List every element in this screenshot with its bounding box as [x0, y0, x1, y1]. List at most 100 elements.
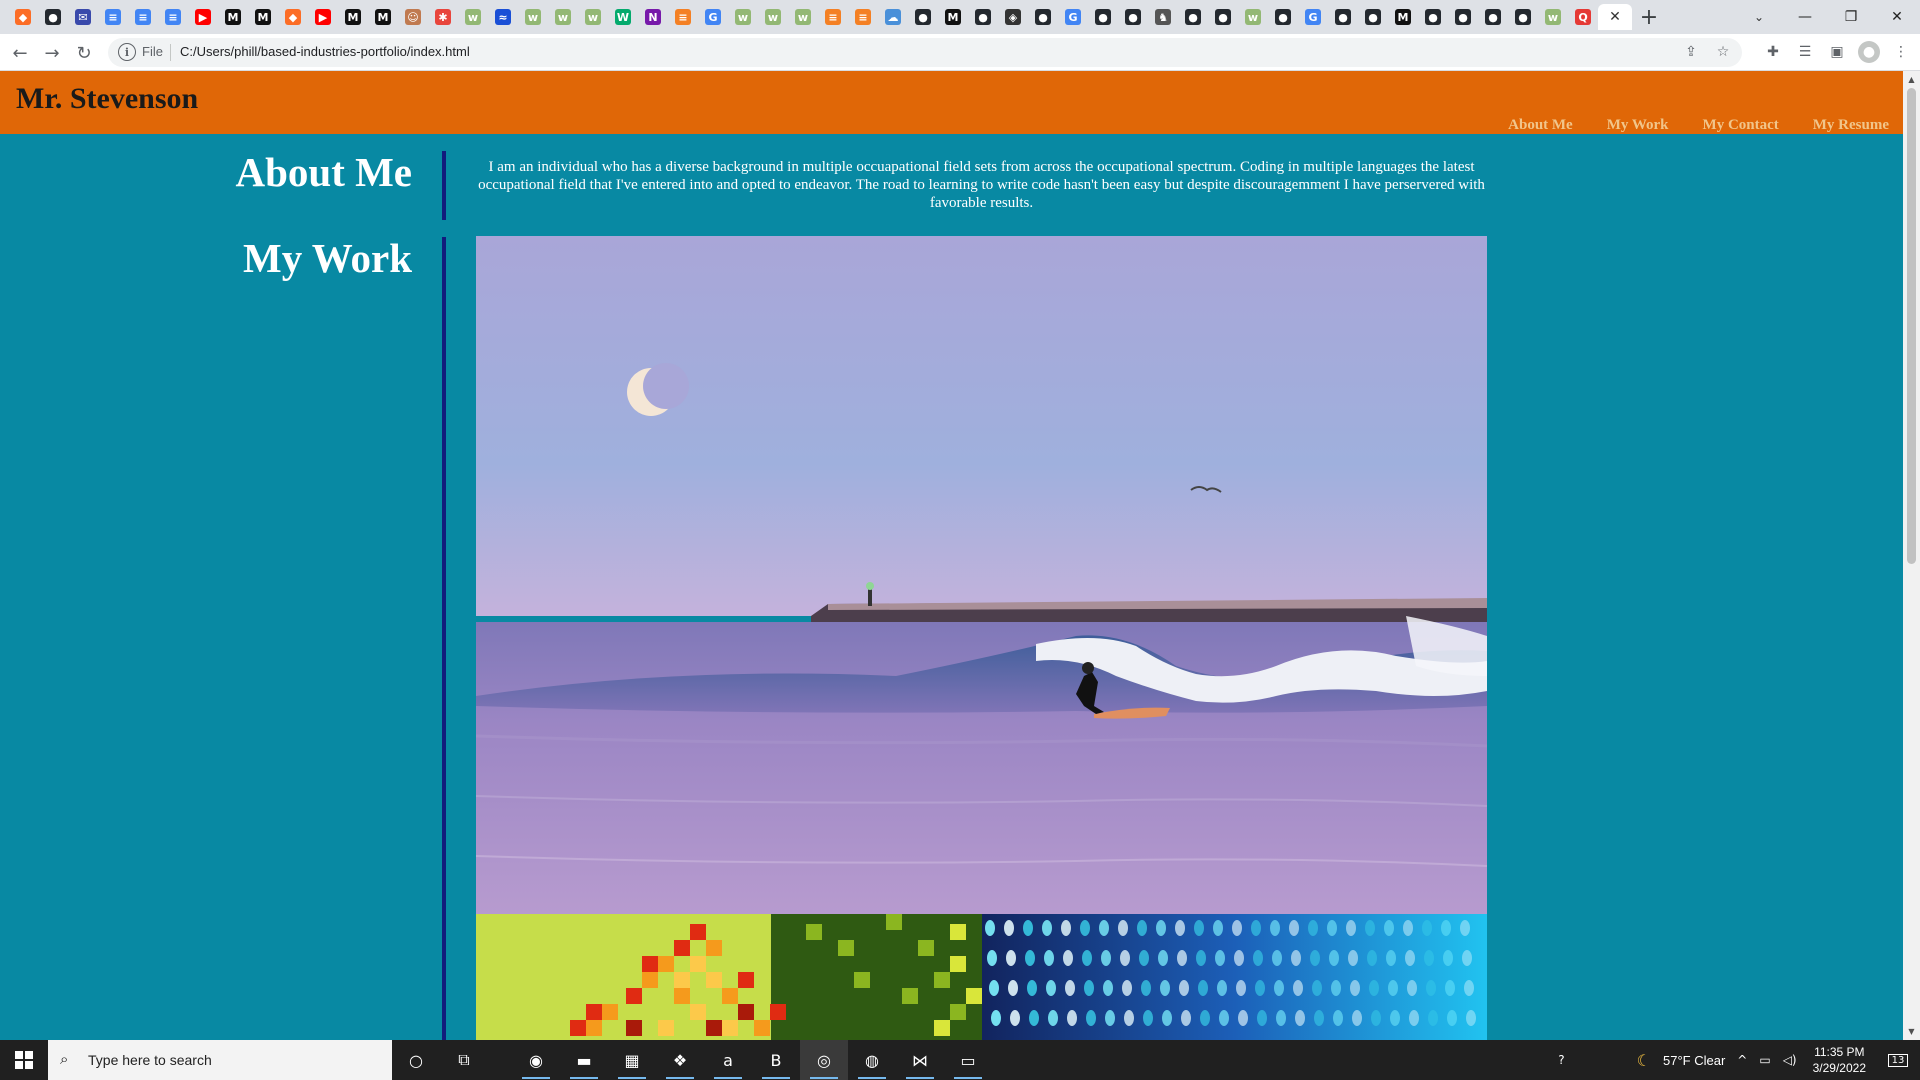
scroll-down-arrow-icon[interactable]: ▼ [1903, 1023, 1920, 1040]
browser-tab[interactable]: ☺ [398, 4, 428, 30]
browser-tab[interactable]: w [548, 4, 578, 30]
address-bar[interactable]: i File C:/Users/phill/based-industries-p… [108, 38, 1742, 67]
taskbar-search-box[interactable]: ⌕ Type here to search [48, 1040, 392, 1080]
back-button[interactable]: ← [8, 41, 32, 65]
notifications-icon[interactable]: 13 [1876, 1040, 1920, 1080]
browser-tab[interactable]: M [248, 4, 278, 30]
minimize-button[interactable]: — [1782, 0, 1828, 34]
browser-tab[interactable]: ≡ [848, 4, 878, 30]
browser-tab[interactable]: M [1388, 4, 1418, 30]
start-button[interactable] [0, 1040, 48, 1080]
browser-tab[interactable]: ● [1178, 4, 1208, 30]
amazon-icon[interactable]: a [704, 1040, 752, 1080]
browser-tab[interactable]: ● [1118, 4, 1148, 30]
scroll-thumb[interactable] [1907, 88, 1916, 564]
share-icon[interactable]: ⇪ [1680, 41, 1702, 63]
browser-tab[interactable]: ≡ [818, 4, 848, 30]
browser-tab[interactable]: ● [1448, 4, 1478, 30]
tray-chevron-icon[interactable]: ^ [1731, 1040, 1753, 1080]
browser-tab[interactable]: ● [1088, 4, 1118, 30]
browser-tab[interactable]: M [938, 4, 968, 30]
browser-tab[interactable]: Q [1568, 4, 1598, 30]
browser-tab[interactable]: w [578, 4, 608, 30]
site-info-icon[interactable]: i [118, 43, 136, 61]
browser-tab[interactable]: ≡ [158, 4, 188, 30]
browser-tab[interactable]: ◆ [278, 4, 308, 30]
volume-icon[interactable]: ◁) [1777, 1040, 1803, 1080]
nav-link-about-me[interactable]: About Me [1508, 117, 1573, 134]
vscode-icon[interactable]: ⋈ [896, 1040, 944, 1080]
browser-tab[interactable]: ≈ [488, 4, 518, 30]
browser-tab[interactable]: ≡ [128, 4, 158, 30]
browser-tab[interactable]: N [638, 4, 668, 30]
browser-tab[interactable]: G [698, 4, 728, 30]
battery-icon[interactable]: ▭ [1753, 1040, 1776, 1080]
browser-tab[interactable]: W [608, 4, 638, 30]
browser-tab[interactable]: ● [968, 4, 998, 30]
browser-tab[interactable]: M [338, 4, 368, 30]
pixel-art-project-thumbnail[interactable] [476, 914, 982, 1040]
globe-app-icon[interactable]: ◍ [848, 1040, 896, 1080]
browser-tab[interactable]: ▶ [188, 4, 218, 30]
browser-tab[interactable]: M [368, 4, 398, 30]
dropbox-icon[interactable]: ❖ [656, 1040, 704, 1080]
browser-tab[interactable]: ● [1328, 4, 1358, 30]
edge-icon[interactable]: ◉ [512, 1040, 560, 1080]
browser-tab[interactable]: ✱ [428, 4, 458, 30]
nav-link-my-work[interactable]: My Work [1607, 117, 1669, 134]
reading-list-icon[interactable]: ☰ [1794, 41, 1816, 63]
restore-button[interactable]: ❐ [1828, 0, 1874, 34]
task-view-icon[interactable]: ⧉ [440, 1040, 488, 1080]
terminal-icon[interactable]: ▭ [944, 1040, 992, 1080]
bookmark-star-icon[interactable]: ☆ [1712, 41, 1734, 63]
browser-tab[interactable]: ✉ [68, 4, 98, 30]
nav-link-my-contact[interactable]: My Contact [1703, 117, 1779, 134]
browser-tab[interactable]: ● [1478, 4, 1508, 30]
led-screen-project-thumbnail[interactable] [982, 914, 1487, 1040]
active-tab[interactable]: ✕ [1598, 4, 1632, 30]
browser-menu-icon[interactable]: ⋮ [1890, 41, 1912, 63]
browser-tab[interactable]: ● [1028, 4, 1058, 30]
browser-tab[interactable]: ● [1268, 4, 1298, 30]
browser-tab[interactable]: ● [1508, 4, 1538, 30]
nav-link-my-resume[interactable]: My Resume [1813, 117, 1889, 134]
browser-tab[interactable]: ≡ [668, 4, 698, 30]
browser-tab[interactable]: w [788, 4, 818, 30]
browser-tab[interactable]: ● [908, 4, 938, 30]
tab-search-button[interactable]: ⌄ [1748, 6, 1770, 28]
new-tab-button[interactable]: + [1632, 4, 1666, 30]
browser-tab[interactable]: w [458, 4, 488, 30]
close-tab-icon[interactable]: ✕ [1607, 9, 1623, 25]
close-window-button[interactable]: ✕ [1874, 0, 1920, 34]
scroll-up-arrow-icon[interactable]: ▲ [1903, 71, 1920, 88]
profile-avatar-icon[interactable]: ● [1858, 41, 1880, 63]
browser-tab[interactable]: G [1298, 4, 1328, 30]
help-icon[interactable]: ? [1552, 1040, 1570, 1080]
side-panel-icon[interactable]: ▣ [1826, 41, 1848, 63]
browser-tab[interactable]: ◈ [998, 4, 1028, 30]
browser-tab[interactable]: ● [38, 4, 68, 30]
chrome-icon[interactable]: ◎ [800, 1040, 848, 1080]
url-text[interactable]: C:/Users/phill/based-industries-portfoli… [180, 44, 470, 59]
browser-tab[interactable]: ▶ [308, 4, 338, 30]
browser-tab[interactable]: ● [1418, 4, 1448, 30]
browser-tab[interactable]: ☁ [878, 4, 908, 30]
browser-tab[interactable]: ♞ [1148, 4, 1178, 30]
taskbar-clock[interactable]: 11:35 PM 3/29/2022 [1803, 1044, 1876, 1076]
surfer-photo[interactable] [476, 236, 1487, 914]
browser-tab[interactable]: G [1058, 4, 1088, 30]
browser-tab[interactable]: w [758, 4, 788, 30]
browser-tab[interactable]: ◆ [8, 4, 38, 30]
weather-widget[interactable]: 57°F Clear [1657, 1040, 1731, 1080]
cortana-icon[interactable]: ○ [392, 1040, 440, 1080]
browser-tab[interactable]: M [218, 4, 248, 30]
file-explorer-icon[interactable]: ▬ [560, 1040, 608, 1080]
browser-tab[interactable]: ≡ [98, 4, 128, 30]
browser-tab[interactable]: w [728, 4, 758, 30]
browser-tab[interactable]: w [1238, 4, 1268, 30]
page-scrollbar[interactable]: ▲ ▼ [1903, 71, 1920, 1040]
b-app-icon[interactable]: B [752, 1040, 800, 1080]
browser-tab[interactable]: w [1538, 4, 1568, 30]
forward-button[interactable]: → [40, 41, 64, 65]
reload-button[interactable]: ↻ [72, 41, 96, 65]
